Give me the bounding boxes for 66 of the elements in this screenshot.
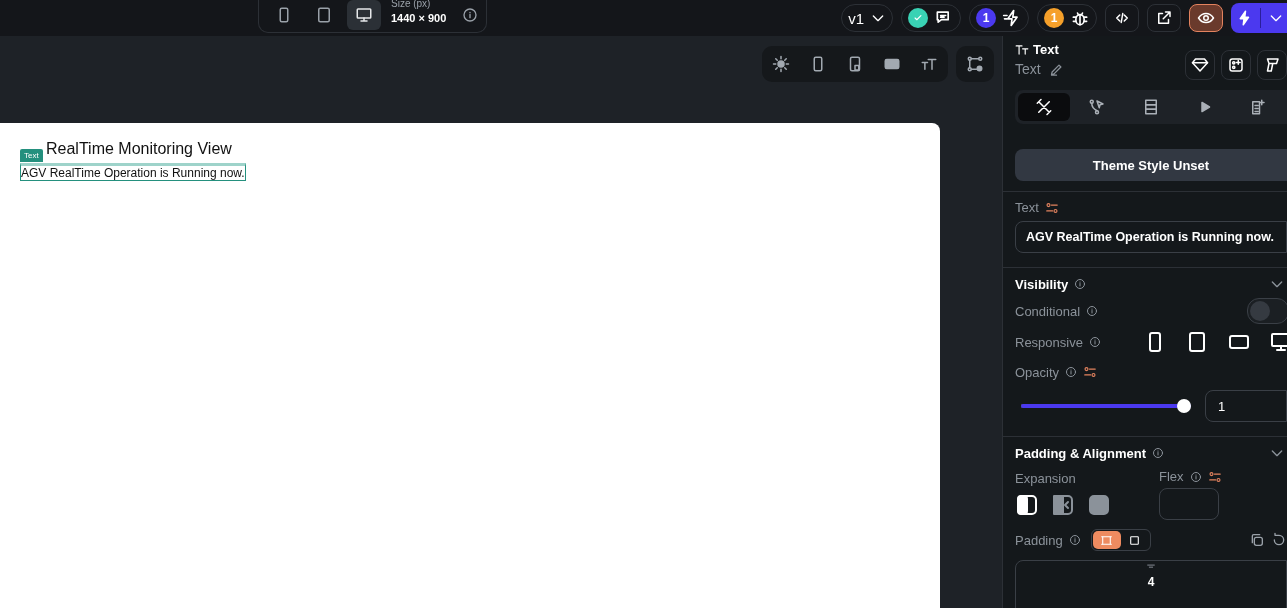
fill-expansion-icon[interactable] (1015, 493, 1039, 517)
info-icon[interactable] (462, 6, 479, 23)
actions-icon (1088, 98, 1107, 116)
info-icon[interactable] (1068, 534, 1081, 546)
theme-icon[interactable] (772, 55, 790, 73)
info-icon[interactable] (1065, 366, 1078, 378)
diamond-button[interactable] (1185, 50, 1215, 80)
desktop-icon[interactable] (1269, 330, 1287, 354)
run-button[interactable] (1231, 3, 1287, 33)
opacity-label: Opacity (1015, 364, 1060, 380)
all-sides-button[interactable] (1092, 531, 1121, 549)
page-title: RealTime Monitoring View (46, 141, 233, 157)
brush-button[interactable] (1257, 50, 1287, 80)
variable-icon[interactable] (1083, 365, 1098, 379)
text-label: Text (1015, 200, 1039, 215)
tablet-icon (315, 5, 333, 24)
opacity-field[interactable]: 1 (1205, 390, 1287, 422)
size-label: Size (px) (391, 0, 432, 10)
info-icon[interactable] (1088, 336, 1101, 348)
info-icon[interactable] (1151, 447, 1164, 459)
padding-label: Padding (1015, 532, 1063, 548)
panel-title: Text (1033, 42, 1059, 57)
add-widget-icon (1227, 56, 1245, 74)
logs-icon (1249, 98, 1268, 116)
diamond-icon (1191, 56, 1209, 74)
design-tab[interactable] (1018, 93, 1070, 121)
count-badge: 1 (1044, 8, 1064, 28)
graph-settings-icon (966, 55, 984, 73)
copy-icon[interactable] (1249, 532, 1265, 548)
info-icon[interactable] (1189, 470, 1202, 483)
section-title: Padding & Alignment (1015, 445, 1146, 461)
shrink-expansion-icon[interactable] (1051, 493, 1075, 517)
flex-field[interactable] (1159, 488, 1219, 520)
preview-button[interactable] (1189, 4, 1223, 32)
design-icon (1034, 98, 1053, 116)
expansion-label: Expansion (1015, 471, 1076, 486)
desktop-icon (355, 5, 373, 24)
info-icon[interactable] (1086, 305, 1099, 317)
desktop-view-button[interactable] (347, 0, 381, 30)
flex-label: Flex (1159, 469, 1184, 484)
share-button[interactable] (1147, 4, 1181, 32)
variable-icon[interactable] (1207, 469, 1222, 484)
responsive-label: Responsive (1015, 334, 1083, 350)
conditional-label: Conditional (1015, 303, 1081, 319)
square-icon (1100, 533, 1114, 547)
external-link-icon (1155, 9, 1173, 27)
backend-icon (1142, 98, 1160, 116)
code-button[interactable] (1105, 4, 1139, 32)
reset-icon[interactable] (1271, 532, 1287, 548)
conditional-toggle[interactable] (1247, 298, 1287, 324)
add-widget-button[interactable] (1221, 50, 1251, 80)
selected-text[interactable]: AGV RealTime Operation is Running now. (20, 163, 246, 181)
theme-style-button[interactable]: Theme Style Unset (1015, 149, 1287, 181)
selection-badge: Text (20, 149, 43, 162)
text-value-field[interactable]: AGV RealTime Operation is Running now. (1015, 221, 1287, 253)
size-value: 1440 × 900 (391, 12, 447, 25)
text-type-icon (1015, 42, 1029, 57)
square-icon (1128, 533, 1142, 547)
section-title: Visibility (1015, 276, 1069, 292)
count-badge: 1 (976, 8, 996, 28)
widget-name: Text (1015, 61, 1041, 77)
top-padding-value[interactable]: 4 (1147, 575, 1155, 589)
full-expansion-icon[interactable] (1087, 493, 1111, 517)
variable-icon[interactable] (1044, 200, 1059, 215)
graph-settings-button[interactable] (956, 46, 994, 82)
info-icon[interactable] (1074, 278, 1087, 290)
